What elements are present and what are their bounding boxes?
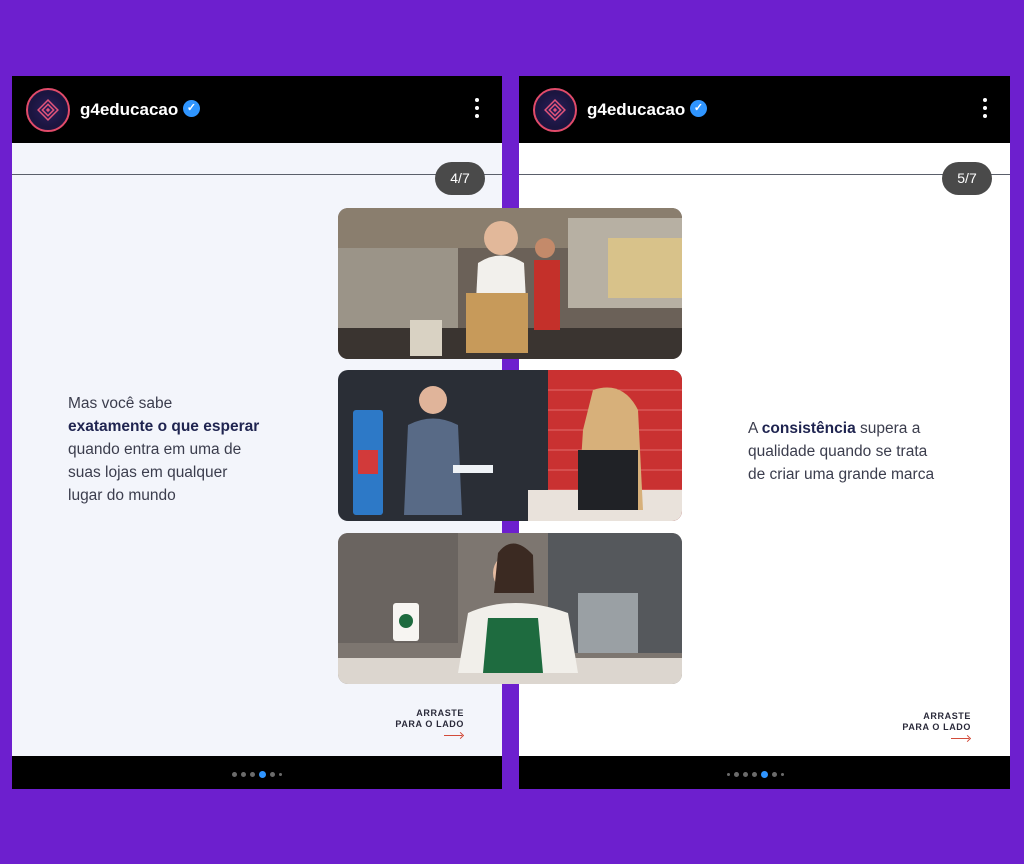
progress-rule bbox=[12, 174, 502, 175]
arrow-right-icon bbox=[951, 736, 971, 742]
profile-avatar[interactable] bbox=[26, 88, 70, 132]
pagination-dot bbox=[727, 772, 730, 776]
pagination-dot bbox=[250, 771, 255, 777]
profile-avatar[interactable] bbox=[533, 88, 577, 132]
pagination-dot-active bbox=[761, 770, 768, 778]
pagination-dot bbox=[241, 771, 246, 777]
progress-rule bbox=[519, 174, 1010, 175]
caption-highlight: consistência bbox=[761, 420, 856, 437]
story-header: g4educacao ✓ bbox=[12, 76, 502, 143]
account-username[interactable]: g4educacao bbox=[587, 100, 685, 120]
arrow-right-icon bbox=[444, 733, 464, 739]
slide-counter: 5/7 bbox=[942, 162, 992, 195]
pagination-dots bbox=[232, 770, 282, 778]
caption-line: lugar do mundo bbox=[68, 487, 176, 504]
slide-counter: 4/7 bbox=[435, 162, 485, 195]
swipe-hint-line2: PARA O LADO bbox=[395, 719, 464, 729]
story-header: g4educacao ✓ bbox=[519, 76, 1010, 143]
pagination-dot bbox=[734, 771, 739, 777]
pagination-dot bbox=[279, 772, 282, 776]
story-footer bbox=[12, 756, 502, 789]
pagination-dots bbox=[727, 770, 784, 778]
caption-line: de criar uma grande marca bbox=[748, 466, 935, 483]
mcdonalds-counter-photo bbox=[338, 208, 682, 359]
verified-badge-icon: ✓ bbox=[183, 100, 200, 117]
more-vertical-icon[interactable] bbox=[980, 98, 990, 122]
caption-highlight: exatamente o que esperar bbox=[68, 418, 260, 435]
pagination-dot bbox=[752, 771, 757, 777]
brand-logo-icon bbox=[37, 99, 59, 121]
slide-caption: Mas você sabe exatamente o que esperar q… bbox=[68, 392, 308, 507]
caption-line: Mas você sabe bbox=[68, 395, 173, 412]
caption-line: suas lojas em qualquer bbox=[68, 464, 228, 481]
dominos-pickup-photo bbox=[338, 370, 682, 521]
caption-line: supera a bbox=[860, 420, 921, 437]
pagination-dot bbox=[232, 771, 237, 777]
swipe-hint-line2: PARA O LADO bbox=[902, 722, 971, 732]
pagination-dot bbox=[772, 771, 777, 777]
swipe-hint-line1: ARRASTE bbox=[923, 711, 971, 721]
story-footer bbox=[519, 756, 1010, 789]
account-username[interactable]: g4educacao bbox=[80, 100, 178, 120]
starbucks-barista-photo bbox=[338, 533, 682, 684]
caption-line: qualidade quando se trata bbox=[748, 443, 928, 460]
more-vertical-icon[interactable] bbox=[472, 98, 482, 122]
swipe-hint-line1: ARRASTE bbox=[416, 708, 464, 718]
pagination-dot bbox=[743, 771, 748, 777]
swipe-hint: ARRASTE PARA O LADO bbox=[392, 708, 464, 739]
caption-line: A bbox=[748, 420, 758, 437]
slide-caption: A consistência supera a qualidade quando… bbox=[748, 417, 988, 486]
brand-logo-icon bbox=[544, 99, 566, 121]
caption-line: quando entra em uma de bbox=[68, 441, 242, 458]
pagination-dot-active bbox=[259, 770, 266, 778]
verified-badge-icon: ✓ bbox=[690, 100, 707, 117]
pagination-dot bbox=[270, 771, 275, 777]
pagination-dot bbox=[781, 772, 784, 776]
swipe-hint: ARRASTE PARA O LADO bbox=[899, 711, 971, 742]
